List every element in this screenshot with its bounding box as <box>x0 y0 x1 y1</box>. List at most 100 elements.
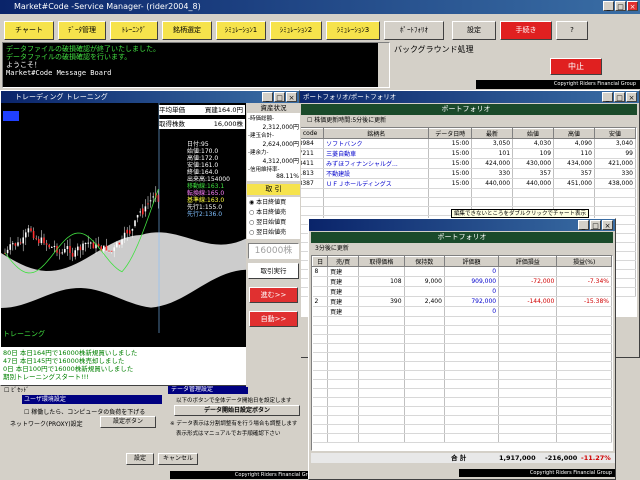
trade-radio[interactable]: ◉ 本日終値買 <box>249 198 298 208</box>
network-button[interactable]: 設定ボタン <box>100 416 156 428</box>
stop-button[interactable]: 中止 <box>550 58 602 75</box>
settings-checkbox-top[interactable]: ☐ ﾋﾞｾｯﾄﾞ <box>4 385 29 394</box>
column-header[interactable]: 始値 <box>512 128 555 139</box>
auto-update-checkbox[interactable]: ☐ 株価更新時間:5分後に更新 <box>293 116 639 126</box>
avg-price-value: 買建164.0円 <box>204 106 243 114</box>
table-cell: 買建 <box>327 296 360 307</box>
maximize-icon[interactable]: □ <box>590 220 601 230</box>
candle-body <box>92 242 95 249</box>
training-titlebar[interactable]: トレーディング トレーニング _ □ × <box>1 91 299 103</box>
qty-input[interactable]: 16000株 <box>248 243 299 259</box>
settings-cancel-button[interactable]: キャンセル <box>158 453 198 465</box>
table-row[interactable]: 8387 ＵＦＪホールディングス 15:00 440,000 440,000 451,00… <box>296 178 636 189</box>
close-icon[interactable]: × <box>602 220 613 230</box>
candle-body <box>32 230 35 239</box>
candle-body <box>17 242 19 246</box>
table-cell: 101 <box>471 148 514 159</box>
low-priority-checkbox[interactable]: ☐ 稼働したら、コンピュータの負荷を下げる <box>24 407 145 416</box>
trade-radio[interactable]: ○ 本日終値売 <box>249 208 298 218</box>
toolbar-button[interactable]: ｼﾐｭﾚｰｼｮﾝ3 <box>326 21 380 40</box>
column-header[interactable]: 銘柄名 <box>323 128 430 139</box>
chart-info-line: 始値:170.0 <box>187 148 219 155</box>
candle-body <box>134 220 136 227</box>
table-row[interactable]: 1813 不動建設 15:00 330 357 357 330 <box>296 168 636 179</box>
maximize-icon[interactable]: □ <box>274 92 285 102</box>
main-title: Market#Code -Service Manager- (rider2004… <box>14 2 201 11</box>
toolbar-button[interactable]: ﾎﾟｰﾄﾌｫﾘｵ <box>384 21 444 40</box>
toolbar-button[interactable]: 設定 <box>452 21 496 40</box>
portfolio-list-titlebar[interactable]: ポートフォリオ/ポートフォリオ _ □ × <box>293 91 639 103</box>
next-button[interactable]: 進む>> <box>249 287 298 303</box>
table-row[interactable]: 買建 108 9,000 909,000 -72,000 -7.34% <box>312 276 612 287</box>
chart-info-line: 移動線:163.1 <box>187 183 225 190</box>
message-line: Market#Code Message Board <box>6 69 112 77</box>
toolbar-button[interactable]: ? <box>556 21 588 40</box>
candle-body <box>9 244 11 250</box>
toolbar-button[interactable]: ﾄﾚｰﾆﾝｸﾞ <box>110 21 158 40</box>
close-icon[interactable]: × <box>286 92 297 102</box>
settings-ok-button[interactable]: 設定 <box>126 453 154 465</box>
maximize-icon[interactable]: □ <box>615 1 626 11</box>
minimize-icon[interactable]: _ <box>262 92 273 102</box>
table-cell: 440,000 <box>512 178 555 189</box>
column-header[interactable]: 評価額 <box>443 256 500 267</box>
minimize-icon[interactable]: _ <box>602 92 613 102</box>
shares-label: 取得株数 <box>159 120 185 128</box>
toolbar-button[interactable]: ｼﾐｭﾚｰｼｮﾝ1 <box>216 21 266 40</box>
empty-row <box>312 406 612 416</box>
table-row[interactable]: 8984 ソフトバンク 15:00 3,050 4,030 4,090 3,040 <box>296 138 636 149</box>
candle-body <box>87 242 89 244</box>
table-row[interactable]: 8411 みずほフィナンシャルグ... 15:00 424,000 430,000 434… <box>296 158 636 169</box>
column-header[interactable]: 売/買 <box>327 256 360 267</box>
training-title: トレーディング トレーニング <box>15 93 108 101</box>
close-icon[interactable]: × <box>626 92 637 102</box>
table-cell: 3,050 <box>471 138 514 149</box>
start-date-button[interactable]: データ開始日設定ボタン <box>174 405 300 416</box>
candle-body <box>139 211 141 213</box>
table-cell: 不動建設 <box>323 168 430 179</box>
candle-body <box>58 252 61 254</box>
column-header[interactable]: 評価損益 <box>498 256 558 267</box>
training-chart[interactable]: 日付:95 始値:170.0 高値:172.0 安値:161.0 終値:164.0 出来高… <box>1 103 246 347</box>
column-header[interactable]: データ日時 <box>428 128 473 139</box>
table-row[interactable]: 2 買建 390 2,400 792,000 -144,000 -15.38% <box>312 296 612 307</box>
column-header[interactable]: 保持数 <box>403 256 445 267</box>
column-header[interactable]: 安値 <box>593 128 636 139</box>
table-row[interactable]: 買建 0 <box>312 306 612 317</box>
column-header[interactable]: 高値 <box>553 128 595 139</box>
auto-button[interactable]: 自動>> <box>249 311 298 327</box>
trade-radio[interactable]: ○ 翌日始値買 <box>249 218 298 228</box>
toolbar-button[interactable]: チャート <box>4 21 54 40</box>
table-row[interactable]: 買建 0 <box>312 286 612 297</box>
chart-info-block: 日付:95 始値:170.0 高値:172.0 安値:161.0 終値:164.0 出来高… <box>187 141 230 218</box>
toolbar-button[interactable]: 銘柄選定 <box>162 21 212 40</box>
empty-row <box>312 433 612 443</box>
chart-selector[interactable] <box>3 111 19 121</box>
toolbar-button[interactable]: ﾃﾞｰﾀ管理 <box>58 21 106 40</box>
trade-radio[interactable]: ○ 翌日始値売 <box>249 228 298 238</box>
scrollbar[interactable] <box>378 43 389 87</box>
column-header[interactable]: 日 <box>312 256 329 267</box>
detail-copyright: Copyright Riders Financial Group <box>459 469 615 477</box>
portfolio-detail-titlebar[interactable]: _ □ × <box>309 219 615 231</box>
table-row[interactable]: 7211 三菱自動車 15:00 101 109 110 99 <box>296 148 636 159</box>
column-header[interactable]: 取得価格 <box>358 256 405 267</box>
toolbar-button[interactable]: ｼﾐｭﾚｰｼｮﾝ2 <box>270 21 322 40</box>
column-header[interactable]: 損益(%) <box>556 256 612 267</box>
maximize-icon[interactable]: □ <box>614 92 625 102</box>
table-cell: 3,040 <box>594 138 636 149</box>
minimize-icon[interactable]: _ <box>603 1 614 11</box>
main-titlebar[interactable]: Market#Code -Service Manager- (rider2004… <box>0 0 640 14</box>
chart-info-line: 基準線:163.0 <box>187 197 225 204</box>
minimize-icon[interactable]: _ <box>578 220 589 230</box>
table-cell: 買建 <box>327 306 360 317</box>
candle-body <box>71 252 74 257</box>
candle-body <box>77 246 79 251</box>
column-header[interactable]: 最新 <box>471 128 514 139</box>
portfolio-detail-table-wrap: 日売/買 取得価格 保持数 評価額 評価損益 損益(%) 8 買建 0 買建 108 9,000 90… <box>311 255 613 451</box>
toolbar-button[interactable]: 手続き <box>500 21 552 40</box>
execute-button[interactable]: 取引実行 <box>248 263 299 279</box>
table-row[interactable]: 8 買建 0 <box>312 266 612 277</box>
close-icon[interactable]: × <box>627 1 638 11</box>
message-board: データファイルの破損確認が終了いたしました。 データファイルの破損確認を行います… <box>2 42 390 88</box>
